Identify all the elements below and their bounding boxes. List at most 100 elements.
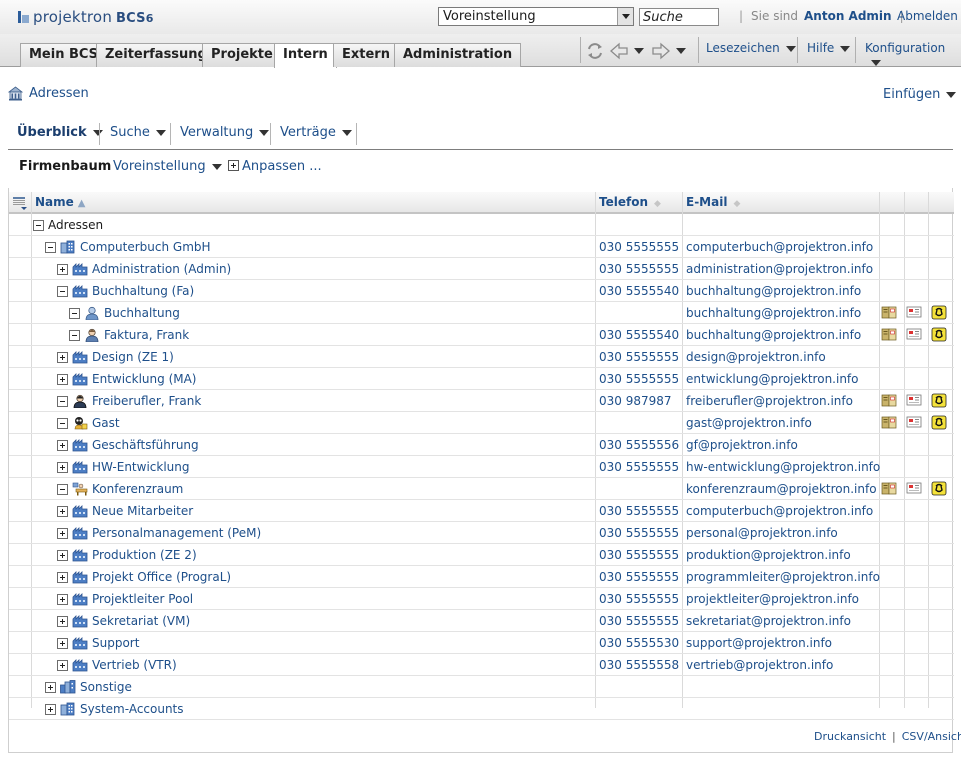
- column-name[interactable]: Name ▲: [32, 192, 86, 214]
- collapse-icon[interactable]: [57, 285, 68, 297]
- collapse-icon[interactable]: [69, 329, 80, 341]
- row-name[interactable]: Design (ZE 1): [92, 350, 174, 364]
- row-email[interactable]: projektleiter@projektron.info: [686, 588, 859, 610]
- expand-icon[interactable]: [57, 373, 68, 385]
- page-title-label[interactable]: Adressen: [29, 86, 89, 101]
- expand-icon[interactable]: [57, 505, 68, 517]
- bookmarks-menu[interactable]: Lesezeichen: [706, 41, 796, 55]
- row-email[interactable]: sekretariat@projektron.info: [686, 610, 851, 632]
- config-menu[interactable]: Konfiguration: [865, 41, 961, 69]
- table-row[interactable]: Buchhaltung buchhaltung@projektron.info: [9, 302, 954, 324]
- table-row[interactable]: Projektleiter Pool 030 5555555 projektleit…: [9, 588, 954, 610]
- subnav-management[interactable]: Verwaltung: [171, 122, 278, 150]
- subnav-contracts[interactable]: Verträge: [271, 122, 361, 150]
- table-row[interactable]: Konferenzraum konferenzraum@projektron.in…: [9, 478, 954, 500]
- row-email[interactable]: entwicklung@projektron.info: [686, 368, 859, 390]
- tab-projekte[interactable]: Projekte: [202, 43, 282, 67]
- print-view-link[interactable]: Druckansicht: [814, 730, 886, 743]
- column-email[interactable]: E-Mail ◆: [683, 192, 740, 214]
- table-row[interactable]: Projekt Office (PrograL) 030 5555555 progr…: [9, 566, 954, 588]
- expand-icon[interactable]: [45, 703, 56, 715]
- table-row[interactable]: Faktura, Frank 030 5555540 buchhaltung@pro…: [9, 324, 954, 346]
- row-email[interactable]: produktion@projektron.info: [686, 544, 851, 566]
- row-email[interactable]: computerbuch@projektron.info: [686, 236, 873, 258]
- table-row[interactable]: Administration (Admin) 030 5555555 adminis…: [9, 258, 954, 280]
- row-name[interactable]: Geschäftsführung: [92, 438, 199, 452]
- table-row[interactable]: Computerbuch GmbH 030 5555555 computerbuch…: [9, 236, 954, 258]
- row-name[interactable]: Entwicklung (MA): [92, 372, 197, 386]
- insert-menu[interactable]: Einfügen: [883, 87, 957, 102]
- row-name[interactable]: Sekretariat (VM): [92, 614, 190, 628]
- row-name[interactable]: Administration (Admin): [92, 262, 231, 276]
- user-name[interactable]: Anton Admin: [804, 9, 892, 23]
- view-tree-label[interactable]: Firmenbaum: [19, 159, 111, 174]
- expand-icon[interactable]: [57, 659, 68, 671]
- table-row[interactable]: Sekretariat (VM) 030 5555555 sekretariat@p…: [9, 610, 954, 632]
- customize-button[interactable]: Anpassen ...: [228, 159, 322, 174]
- tab-administration[interactable]: Administration: [394, 43, 522, 67]
- forward-arrow-icon[interactable]: [650, 40, 672, 62]
- expand-icon[interactable]: [57, 461, 68, 473]
- tab-intern[interactable]: Intern: [274, 43, 337, 68]
- collapse-icon[interactable]: [57, 483, 68, 495]
- chevron-down-icon[interactable]: [617, 8, 633, 25]
- back-dropdown-icon[interactable]: [634, 48, 644, 54]
- expand-icon[interactable]: [45, 681, 56, 693]
- expand-icon[interactable]: [57, 593, 68, 605]
- subnav-overview[interactable]: Überblick: [8, 122, 112, 150]
- row-name[interactable]: Buchhaltung: [104, 306, 180, 320]
- row-email[interactable]: konferenzraum@projektron.info: [686, 478, 877, 500]
- logout-link[interactable]: Abmelden: [897, 9, 958, 23]
- table-row[interactable]: Buchhaltung (Fa) 030 5555540 buchhaltung@p…: [9, 280, 954, 302]
- collapse-icon[interactable]: [57, 417, 68, 429]
- refresh-icon[interactable]: [584, 40, 606, 62]
- row-email[interactable]: buchhaltung@projektron.info: [686, 280, 861, 302]
- table-row[interactable]: Vertrieb (VTR) 030 5555558 vertrieb@projek…: [9, 654, 954, 676]
- column-chooser-icon[interactable]: [12, 196, 28, 211]
- table-row[interactable]: Neue Mitarbeiter 030 5555555 computerbuch@…: [9, 500, 954, 522]
- expand-icon[interactable]: [57, 263, 68, 275]
- expand-icon[interactable]: [57, 549, 68, 561]
- table-row[interactable]: Freiberufler, Frank 030 987987 freiberufle…: [9, 390, 954, 412]
- expand-icon[interactable]: [57, 439, 68, 451]
- collapse-icon[interactable]: [57, 395, 68, 407]
- collapse-icon[interactable]: [69, 307, 80, 319]
- row-name[interactable]: Faktura, Frank: [104, 328, 189, 342]
- row-name[interactable]: Buchhaltung (Fa): [92, 284, 194, 298]
- row-email[interactable]: buchhaltung@projektron.info: [686, 302, 861, 324]
- row-name[interactable]: Konferenzraum: [92, 482, 183, 496]
- back-arrow-icon[interactable]: [608, 40, 630, 62]
- row-email[interactable]: computerbuch@projektron.info: [686, 500, 873, 522]
- tab-extern[interactable]: Extern: [333, 43, 399, 67]
- row-name[interactable]: Neue Mitarbeiter: [92, 504, 193, 518]
- expand-icon[interactable]: [57, 571, 68, 583]
- table-row[interactable]: Personalmanagement (PeM) 030 5555555 perso…: [9, 522, 954, 544]
- row-email[interactable]: personal@projektron.info: [686, 522, 838, 544]
- table-row[interactable]: Adressen: [9, 214, 954, 236]
- search-input[interactable]: [639, 8, 719, 26]
- table-row[interactable]: Sonstige: [9, 676, 954, 698]
- view-preset-menu[interactable]: Voreinstellung: [113, 159, 222, 174]
- table-row[interactable]: System-Accounts: [9, 698, 954, 720]
- row-email[interactable]: hw-entwicklung@projektron.info: [686, 456, 880, 478]
- table-row[interactable]: Support 030 5555530 support@projektron.inf…: [9, 632, 954, 654]
- row-name[interactable]: HW-Entwicklung: [92, 460, 189, 474]
- row-name[interactable]: Produktion (ZE 2): [92, 548, 197, 562]
- row-name[interactable]: System-Accounts: [80, 702, 184, 716]
- collapse-icon[interactable]: [33, 219, 44, 231]
- row-email[interactable]: vertrieb@projektron.info: [686, 654, 833, 676]
- table-row[interactable]: Design (ZE 1) 030 5555555 design@projektro…: [9, 346, 954, 368]
- row-name[interactable]: Gast: [92, 416, 120, 430]
- row-name[interactable]: Computerbuch GmbH: [80, 240, 211, 254]
- row-email[interactable]: administration@projektron.info: [686, 258, 873, 280]
- row-name[interactable]: Vertrieb (VTR): [92, 658, 177, 672]
- column-phone[interactable]: Telefon ◆: [596, 192, 661, 214]
- row-name[interactable]: Projekt Office (PrograL): [92, 570, 231, 584]
- forward-dropdown-icon[interactable]: [676, 48, 686, 54]
- expand-icon[interactable]: [57, 637, 68, 649]
- row-name[interactable]: Freiberufler, Frank: [92, 394, 201, 408]
- table-row[interactable]: Geschäftsführung 030 5555556 gf@projektron…: [9, 434, 954, 456]
- expand-icon[interactable]: [57, 351, 68, 363]
- expand-icon[interactable]: [57, 615, 68, 627]
- preset-select[interactable]: Voreinstellung: [438, 7, 634, 26]
